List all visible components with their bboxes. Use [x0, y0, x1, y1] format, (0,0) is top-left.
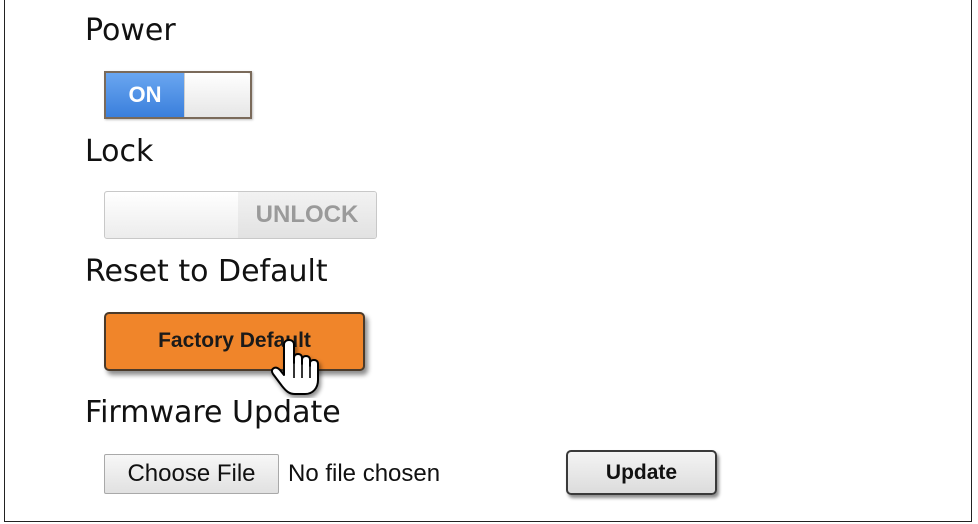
settings-panel: Power ON Lock UNLOCK Reset to Default Fa…: [4, 0, 972, 522]
choose-file-button[interactable]: Choose File: [104, 454, 279, 494]
update-button[interactable]: Update: [566, 450, 717, 495]
file-status-text: No file chosen: [288, 460, 441, 487]
firmware-label: Firmware Update: [85, 395, 341, 430]
lock-label: Lock: [85, 134, 154, 169]
power-label: Power: [85, 13, 176, 48]
lock-toggle-unlock-text: UNLOCK: [238, 192, 376, 238]
reset-label: Reset to Default: [85, 254, 328, 289]
power-toggle-on-text: ON: [106, 73, 184, 117]
lock-toggle[interactable]: UNLOCK: [104, 191, 377, 239]
lock-toggle-knob[interactable]: [105, 192, 239, 238]
hand-pointer-icon: [270, 339, 319, 395]
power-toggle-knob[interactable]: [184, 73, 250, 117]
power-toggle[interactable]: ON: [104, 71, 252, 119]
